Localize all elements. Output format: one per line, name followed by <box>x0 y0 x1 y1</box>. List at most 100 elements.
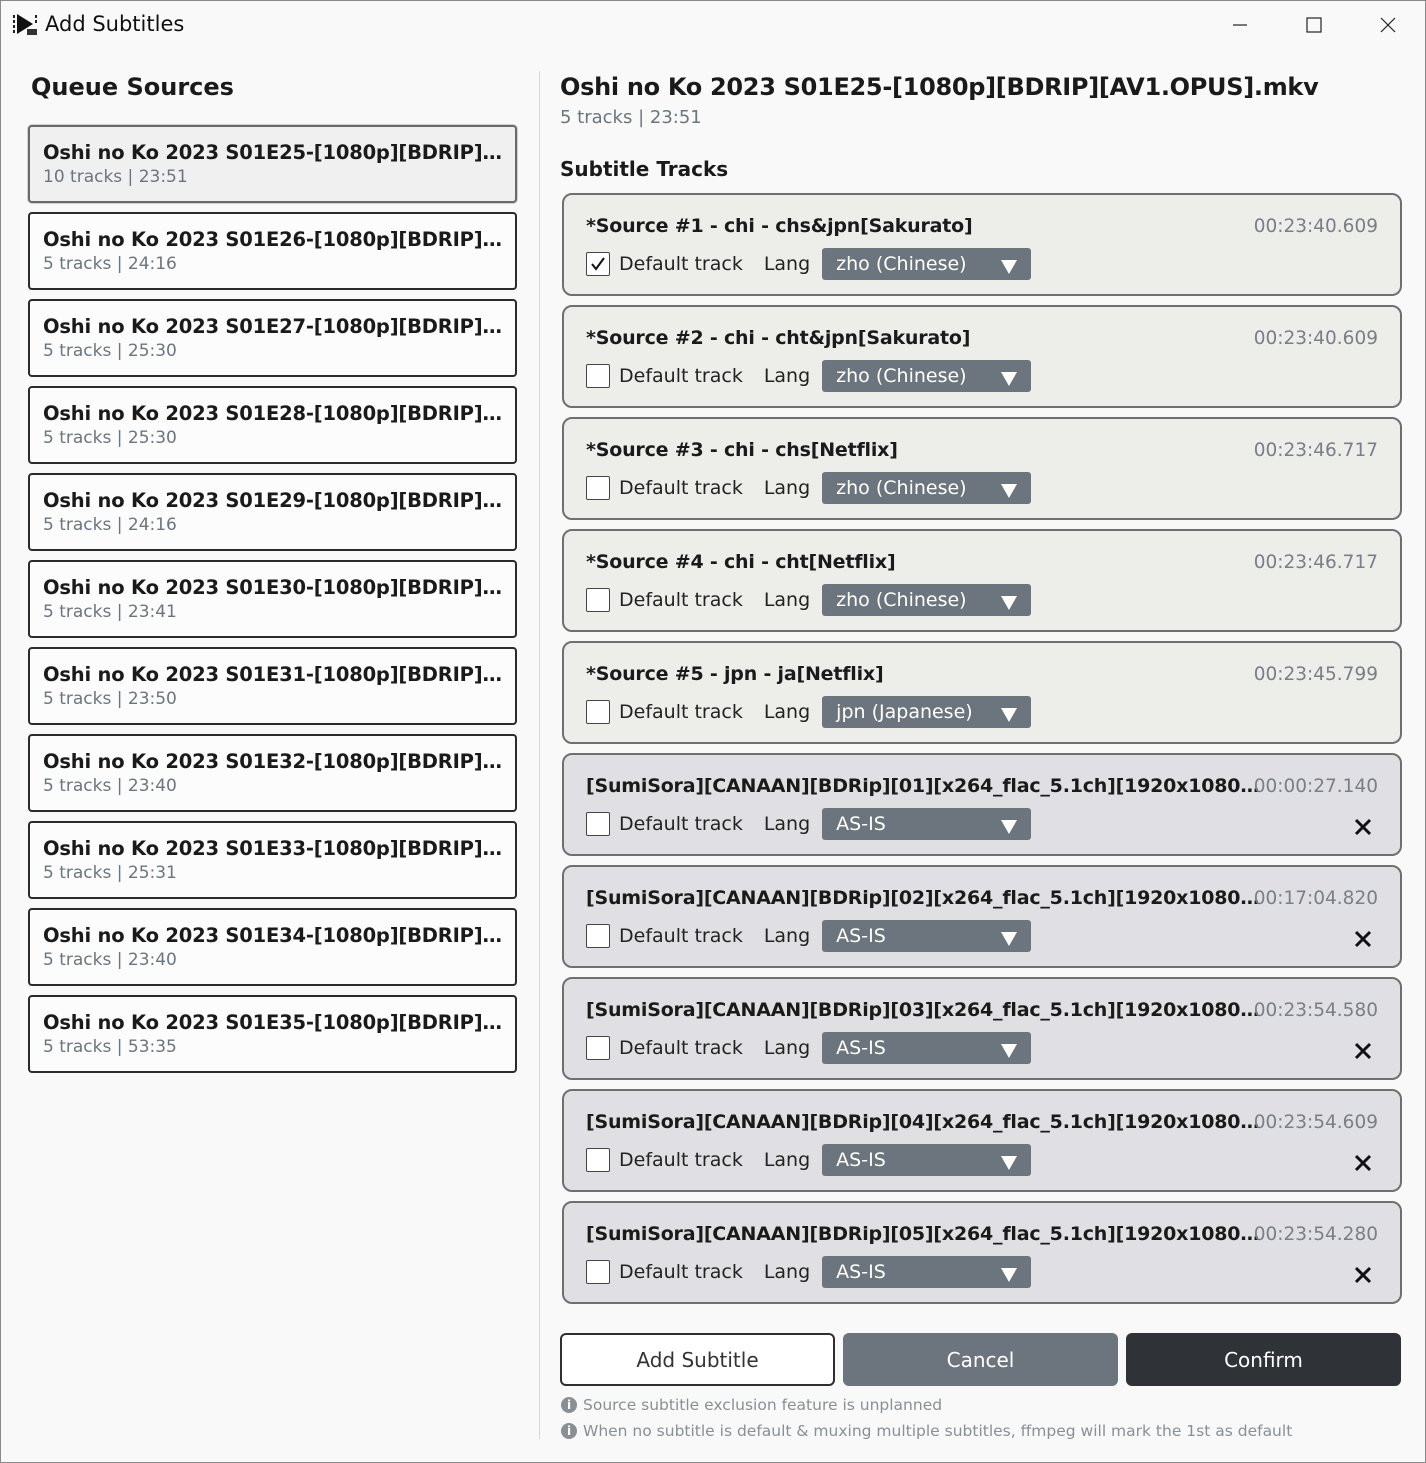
remove-track-button[interactable] <box>1352 928 1374 950</box>
language-select[interactable]: jpn (Japanese) <box>822 696 1032 728</box>
default-track-label: Default track <box>619 477 743 499</box>
default-track-checkbox[interactable] <box>586 700 610 724</box>
language-value: AS-IS <box>836 813 886 835</box>
title-bar: Add Subtitles <box>1 1 1425 49</box>
add-subtitle-button[interactable]: Add Subtitle <box>560 1333 835 1386</box>
track-options: Default track Lang zho (Chinese) <box>586 248 1032 280</box>
track-duration: 00:23:46.717 <box>1253 552 1378 573</box>
default-track-checkbox[interactable] <box>586 1260 610 1284</box>
track-name: [SumiSora][CANAAN][BDRip][03][x264_flac_… <box>586 999 1266 1021</box>
queue-item[interactable]: Oshi no Ko 2023 S01E34-[1080p][BDRIP][AV… <box>28 908 517 986</box>
queue-item[interactable]: Oshi no Ko 2023 S01E31-[1080p][BDRIP][AV… <box>28 647 517 725</box>
queue-item-title: Oshi no Ko 2023 S01E34-[1080p][BDRIP][AV… <box>43 924 503 947</box>
lang-label: Lang <box>763 1037 811 1059</box>
queue-item[interactable]: Oshi no Ko 2023 S01E28-[1080p][BDRIP][AV… <box>28 386 517 464</box>
default-track-checkbox[interactable] <box>586 812 610 836</box>
track-duration: 00:23:40.609 <box>1253 328 1378 349</box>
queue-item[interactable]: Oshi no Ko 2023 S01E32-[1080p][BDRIP][AV… <box>28 734 517 812</box>
language-select[interactable]: zho (Chinese) <box>822 360 1032 392</box>
queue-item[interactable]: Oshi no Ko 2023 S01E33-[1080p][BDRIP][AV… <box>28 821 517 899</box>
language-select[interactable]: zho (Chinese) <box>822 472 1032 504</box>
queue-item[interactable]: Oshi no Ko 2023 S01E29-[1080p][BDRIP][AV… <box>28 473 517 551</box>
language-select[interactable]: AS-IS <box>822 1256 1032 1288</box>
language-select[interactable]: AS-IS <box>822 1032 1032 1064</box>
subtitle-tracks-heading: Subtitle Tracks <box>560 157 729 181</box>
default-track-label: Default track <box>619 701 743 723</box>
queue-item[interactable]: Oshi no Ko 2023 S01E26-[1080p][BDRIP][AV… <box>28 212 517 290</box>
remove-track-button[interactable] <box>1352 1040 1374 1062</box>
language-select[interactable]: AS-IS <box>822 808 1032 840</box>
language-select[interactable]: AS-IS <box>822 920 1032 952</box>
maximize-button[interactable] <box>1277 1 1351 49</box>
language-select[interactable]: AS-IS <box>822 1144 1032 1176</box>
default-track-checkbox[interactable] <box>586 252 610 276</box>
close-icon <box>1352 1266 1374 1290</box>
remove-track-button[interactable] <box>1352 1264 1374 1286</box>
queue-item[interactable]: Oshi no Ko 2023 S01E35-[1080p][BDRIP][AV… <box>28 995 517 1073</box>
language-select[interactable]: zho (Chinese) <box>822 584 1032 616</box>
track-options: Default track Lang AS-IS <box>586 1032 1032 1064</box>
default-track-checkbox[interactable] <box>586 476 610 500</box>
add-subtitles-window: Add Subtitles Queue Sources Oshi no Ko 2… <box>0 0 1426 1463</box>
lang-label: Lang <box>763 253 811 275</box>
chevron-down-icon <box>1001 708 1018 722</box>
default-track-label: Default track <box>619 253 743 275</box>
lang-label: Lang <box>763 1261 811 1283</box>
language-value: zho (Chinese) <box>836 253 967 275</box>
remove-track-button[interactable] <box>1352 816 1374 838</box>
track-options: Default track Lang zho (Chinese) <box>586 584 1032 616</box>
remove-track-button[interactable] <box>1352 1152 1374 1174</box>
file-title: Oshi no Ko 2023 S01E25-[1080p][BDRIP][AV… <box>560 73 1319 101</box>
queue-item[interactable]: Oshi no Ko 2023 S01E27-[1080p][BDRIP][AV… <box>28 299 517 377</box>
default-track-checkbox[interactable] <box>586 924 610 948</box>
queue-item[interactable]: Oshi no Ko 2023 S01E30-[1080p][BDRIP][AV… <box>28 560 517 638</box>
track-name: [SumiSora][CANAAN][BDRip][01][x264_flac_… <box>586 775 1266 797</box>
dropdown-arrow <box>1001 929 1018 951</box>
language-value: AS-IS <box>836 1037 886 1059</box>
default-track-label: Default track <box>619 365 743 387</box>
default-track-label: Default track <box>619 1261 743 1283</box>
lang-label: Lang <box>763 925 811 947</box>
lang-label: Lang <box>763 701 811 723</box>
default-track-label: Default track <box>619 925 743 947</box>
track-list: *Source #1 - chi - chs&jpn[Sakurato] 00:2… <box>562 193 1402 1313</box>
source-subtitle-track: *Source #5 - jpn - ja[Netflix] 00:23:45.7… <box>562 641 1402 744</box>
track-options: Default track Lang AS-IS <box>586 808 1032 840</box>
lang-label: Lang <box>763 813 811 835</box>
minimize-button[interactable] <box>1203 1 1277 49</box>
queue-heading: Queue Sources <box>31 73 234 101</box>
queue-item-title: Oshi no Ko 2023 S01E30-[1080p][BDRIP][AV… <box>43 576 503 599</box>
external-subtitle-track: [SumiSora][CANAAN][BDRip][03][x264_flac_… <box>562 977 1402 1080</box>
default-track-checkbox[interactable] <box>586 1036 610 1060</box>
chevron-down-icon <box>1001 1268 1018 1282</box>
chevron-down-icon <box>1001 260 1018 274</box>
note-item: i When no subtitle is default & muxing m… <box>561 1418 1401 1444</box>
cancel-button[interactable]: Cancel <box>843 1333 1118 1386</box>
lang-label: Lang <box>763 589 811 611</box>
track-options: Default track Lang AS-IS <box>586 920 1032 952</box>
note-item: i Source subtitle exclusion feature is u… <box>561 1392 1401 1418</box>
queue-item-title: Oshi no Ko 2023 S01E35-[1080p][BDRIP][AV… <box>43 1011 503 1034</box>
track-name: *Source #5 - jpn - ja[Netflix] <box>586 663 884 685</box>
external-subtitle-track: [SumiSora][CANAAN][BDRip][04][x264_flac_… <box>562 1089 1402 1192</box>
window-title: Add Subtitles <box>45 12 185 36</box>
dropdown-arrow <box>1001 481 1018 503</box>
dropdown-arrow <box>1001 817 1018 839</box>
note-text: Source subtitle exclusion feature is unp… <box>583 1396 943 1414</box>
dropdown-arrow <box>1001 369 1018 391</box>
confirm-button[interactable]: Confirm <box>1126 1333 1401 1386</box>
panel-divider <box>539 71 540 1439</box>
queue-item[interactable]: Oshi no Ko 2023 S01E25-[1080p][BDRIP][AV… <box>28 125 517 203</box>
queue-item-meta: 5 tracks | 25:31 <box>43 863 177 883</box>
queue-item-meta: 5 tracks | 53:35 <box>43 1037 177 1057</box>
track-options: Default track Lang zho (Chinese) <box>586 360 1032 392</box>
queue-item-meta: 5 tracks | 23:41 <box>43 602 177 622</box>
default-track-checkbox[interactable] <box>586 1148 610 1172</box>
source-subtitle-track: *Source #2 - chi - cht&jpn[Sakurato] 00:2… <box>562 305 1402 408</box>
queue-panel: Queue Sources Oshi no Ko 2023 S01E25-[10… <box>1 49 539 1463</box>
default-track-checkbox[interactable] <box>586 364 610 388</box>
language-select[interactable]: zho (Chinese) <box>822 248 1032 280</box>
default-track-checkbox[interactable] <box>586 588 610 612</box>
action-bar: Add Subtitle Cancel Confirm <box>560 1333 1402 1386</box>
close-window-button[interactable] <box>1351 1 1425 49</box>
